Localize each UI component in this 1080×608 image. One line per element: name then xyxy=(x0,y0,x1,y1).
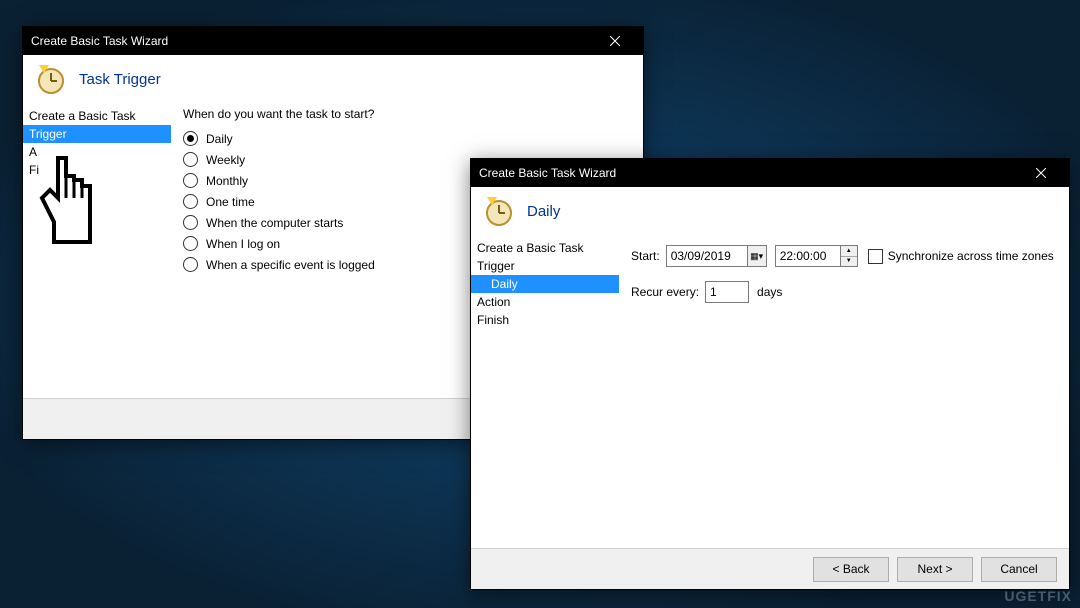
radio-label: Daily xyxy=(206,132,233,146)
sidebar-item-trigger[interactable]: Trigger xyxy=(23,125,171,143)
next-button[interactable]: Next > xyxy=(897,557,973,582)
sidebar-item-action[interactable]: Action xyxy=(471,293,619,311)
close-button[interactable] xyxy=(1021,159,1061,187)
clock-icon xyxy=(483,195,515,227)
wizard-button-bar: < Back Next > Cancel xyxy=(471,548,1069,589)
wizard-heading: Task Trigger xyxy=(79,71,161,88)
sidebar-item-action[interactable]: A xyxy=(23,143,171,161)
clock-icon xyxy=(35,63,67,95)
back-button[interactable]: < Back xyxy=(813,557,889,582)
calendar-icon: ▦▾ xyxy=(748,246,766,266)
recur-label: Recur every: xyxy=(631,285,699,299)
date-picker-button[interactable]: ▦▾ xyxy=(748,245,767,267)
watermark: UGETFIX xyxy=(1004,588,1072,604)
recur-unit: days xyxy=(757,285,782,299)
wizard-window-daily: Create Basic Task Wizard Daily Create a … xyxy=(470,158,1070,590)
radio-label: Monthly xyxy=(206,174,248,188)
window-title: Create Basic Task Wizard xyxy=(479,166,1021,180)
radio-icon xyxy=(183,131,198,146)
sidebar-item-create[interactable]: Create a Basic Task xyxy=(23,107,171,125)
wizard-content: Start: ▦▾ ▲▼ Synchronize across time zon… xyxy=(619,235,1069,555)
radio-label: When I log on xyxy=(206,237,280,251)
radio-label: Weekly xyxy=(206,153,245,167)
wizard-sidebar: Create a Basic Task Trigger A Fi xyxy=(23,103,171,403)
titlebar[interactable]: Create Basic Task Wizard xyxy=(471,159,1069,187)
window-title: Create Basic Task Wizard xyxy=(31,34,595,48)
wizard-heading: Daily xyxy=(527,203,560,220)
radio-label: When a specific event is logged xyxy=(206,258,375,272)
sidebar-item-trigger[interactable]: Trigger xyxy=(471,257,619,275)
radio-daily[interactable]: Daily xyxy=(183,131,631,146)
start-time-input[interactable] xyxy=(775,245,841,267)
recur-input[interactable] xyxy=(705,281,749,303)
chevron-down-icon: ▼ xyxy=(841,257,857,267)
sidebar-item-finish[interactable]: Finish xyxy=(471,311,619,329)
chevron-up-icon: ▲ xyxy=(841,246,857,257)
wizard-header: Daily xyxy=(471,187,1069,235)
radio-icon xyxy=(183,152,198,167)
radio-icon xyxy=(183,257,198,272)
sidebar-item-finish[interactable]: Fi xyxy=(23,161,171,179)
close-button[interactable] xyxy=(595,27,635,55)
radio-icon xyxy=(183,215,198,230)
start-label: Start: xyxy=(631,249,660,263)
radio-label: When the computer starts xyxy=(206,216,343,230)
start-date-input[interactable] xyxy=(666,245,748,267)
wizard-sidebar: Create a Basic Task Trigger Daily Action… xyxy=(471,235,619,555)
radio-icon xyxy=(183,194,198,209)
time-spinner[interactable]: ▲▼ xyxy=(841,245,858,267)
radio-icon xyxy=(183,173,198,188)
wizard-header: Task Trigger xyxy=(23,55,643,103)
sidebar-item-daily[interactable]: Daily xyxy=(471,275,619,293)
close-icon xyxy=(1036,168,1046,178)
radio-label: One time xyxy=(206,195,255,209)
radio-icon xyxy=(183,236,198,251)
cancel-button[interactable]: Cancel xyxy=(981,557,1057,582)
trigger-question: When do you want the task to start? xyxy=(183,107,631,121)
sidebar-item-create[interactable]: Create a Basic Task xyxy=(471,239,619,257)
titlebar[interactable]: Create Basic Task Wizard xyxy=(23,27,643,55)
sync-label: Synchronize across time zones xyxy=(888,249,1054,263)
sync-checkbox[interactable] xyxy=(868,249,883,264)
close-icon xyxy=(610,36,620,46)
